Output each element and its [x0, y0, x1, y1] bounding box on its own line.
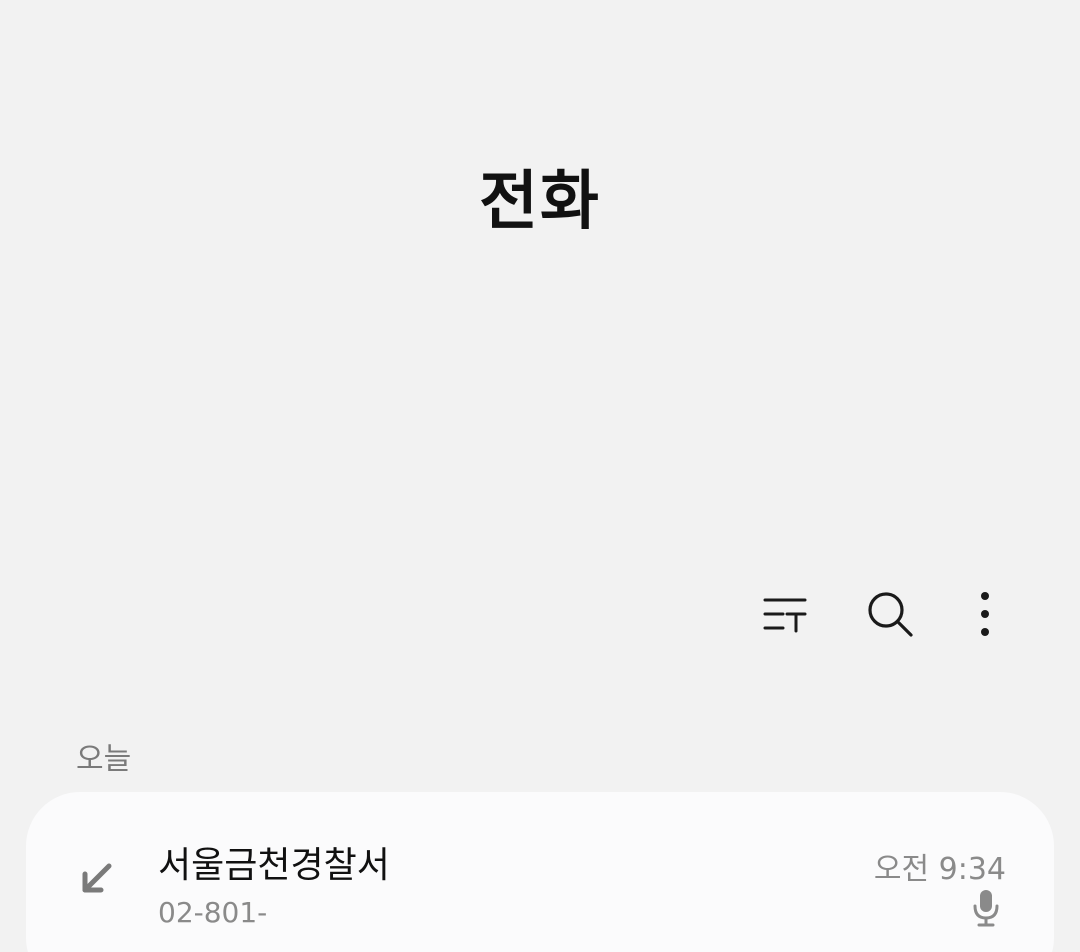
microphone-icon	[970, 888, 1002, 928]
call-time: 오전 9:34	[873, 852, 1006, 887]
more-options-button[interactable]	[955, 584, 1015, 644]
page-title: 전화	[479, 165, 601, 239]
phone-app-screen: 전화 오늘 서울금천경찰서 02-801- 오전 9:34	[0, 0, 1080, 952]
more-vertical-icon	[981, 592, 989, 636]
toolbar	[0, 584, 1080, 644]
filter-list-icon	[763, 598, 807, 633]
search-button[interactable]	[860, 584, 920, 644]
section-header-today: 오늘	[76, 742, 132, 777]
filter-button[interactable]	[755, 584, 815, 644]
contact-name: 서울금천경찰서	[158, 845, 390, 886]
search-icon	[868, 592, 913, 637]
contact-number: 02-801-	[158, 896, 268, 929]
incoming-call-arrow-icon	[78, 856, 114, 902]
